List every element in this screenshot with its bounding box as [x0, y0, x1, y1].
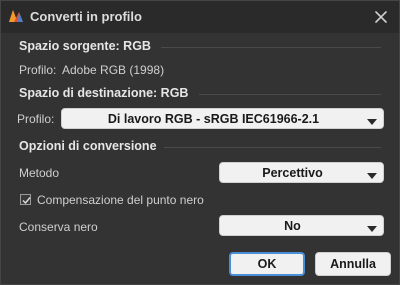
method-select[interactable]: Percettivo [219, 162, 384, 183]
black-point-label[interactable]: Compensazione del punto nero [37, 193, 204, 207]
black-point-checkbox[interactable] [20, 194, 31, 205]
preserve-black-value: No [284, 219, 301, 233]
chevron-down-icon [367, 115, 377, 125]
close-icon[interactable] [371, 7, 391, 27]
preserve-black-label: Conserva nero [19, 220, 98, 234]
conversion-options-heading: Opzioni di conversione [19, 139, 157, 153]
photoshop-app-icon [7, 7, 25, 25]
destination-space-heading: Spazio di destinazione: RGB [19, 86, 189, 100]
ok-button[interactable]: OK [229, 252, 305, 276]
dialog-title: Converti in profilo [30, 9, 142, 24]
section-divider [199, 94, 381, 95]
destination-profile-value: Di lavoro RGB - sRGB IEC61966-2.1 [107, 112, 320, 126]
preserve-black-select[interactable]: No [219, 215, 384, 236]
method-value: Percettivo [262, 166, 323, 180]
section-divider [161, 47, 381, 48]
cancel-button[interactable]: Annulla [315, 252, 391, 276]
method-label: Metodo [19, 166, 60, 180]
source-space-heading: Spazio sorgente: RGB [19, 39, 151, 53]
title-bar: Converti in profilo [1, 1, 399, 33]
destination-profile-select[interactable]: Di lavoro RGB - sRGB IEC61966-2.1 [61, 108, 384, 129]
source-profile-label: Profilo: [19, 63, 57, 77]
section-divider [164, 147, 381, 148]
chevron-down-icon [367, 222, 377, 232]
convert-profile-dialog: Converti in profilo Spazio sorgente: RGB… [0, 0, 400, 285]
chevron-down-icon [367, 169, 377, 179]
source-profile-value: Adobe RGB (1998) [62, 63, 165, 77]
destination-profile-label: Profilo: [17, 112, 55, 126]
